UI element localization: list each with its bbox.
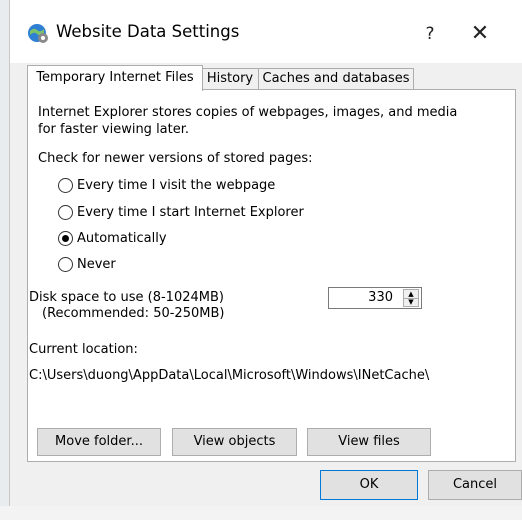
- description-line-1: Internet Explorer stores copies of webpa…: [38, 105, 458, 120]
- tab-panel: Internet Explorer stores copies of webpa…: [27, 89, 516, 462]
- radio-label: Never: [77, 257, 116, 272]
- radio-label: Every time I visit the webpage: [77, 178, 276, 193]
- window-title: Website Data Settings: [56, 22, 240, 41]
- spinner-buttons: ▲ ▼: [403, 289, 419, 307]
- tab-history[interactable]: History: [201, 68, 259, 90]
- ie-settings-icon: [27, 22, 49, 44]
- tab-caches-and-databases[interactable]: Caches and databases: [258, 68, 414, 90]
- disk-space-spinner[interactable]: 330 ▲ ▼: [328, 287, 422, 309]
- title-bar[interactable]: Website Data Settings ? ✕: [10, 0, 522, 63]
- recommended-label: (Recommended: 50-250MB): [42, 306, 225, 321]
- view-files-button[interactable]: View files: [307, 428, 431, 456]
- move-folder-button[interactable]: Move folder...: [37, 428, 161, 456]
- spinner-down-icon[interactable]: ▼: [404, 298, 418, 306]
- website-data-settings-dialog: Website Data Settings ? ✕ Temporary Inte…: [10, 0, 522, 506]
- close-button[interactable]: ✕: [460, 20, 500, 48]
- tab-temporary-internet-files[interactable]: Temporary Internet Files: [27, 65, 203, 91]
- radio-button[interactable]: [58, 205, 73, 220]
- radio-button[interactable]: [58, 178, 73, 193]
- background-strip: [0, 506, 522, 520]
- check-newer-heading: Check for newer versions of stored pages…: [38, 151, 313, 166]
- disk-space-value[interactable]: 330: [368, 290, 393, 306]
- radio-button[interactable]: [58, 257, 73, 272]
- background-window-edge: [0, 0, 10, 520]
- cancel-button[interactable]: Cancel: [428, 470, 522, 500]
- radio-label: Every time I start Internet Explorer: [77, 205, 304, 220]
- help-button[interactable]: ?: [415, 20, 445, 48]
- view-objects-button[interactable]: View objects: [172, 428, 297, 456]
- current-location-path: C:\Users\duong\AppData\Local\Microsoft\W…: [29, 368, 430, 383]
- description-line-2: for faster viewing later.: [38, 122, 190, 137]
- radio-label: Automatically: [77, 231, 167, 246]
- current-location-label: Current location:: [29, 342, 138, 357]
- ok-button[interactable]: OK: [320, 470, 418, 500]
- radio-button-selected[interactable]: [58, 231, 73, 246]
